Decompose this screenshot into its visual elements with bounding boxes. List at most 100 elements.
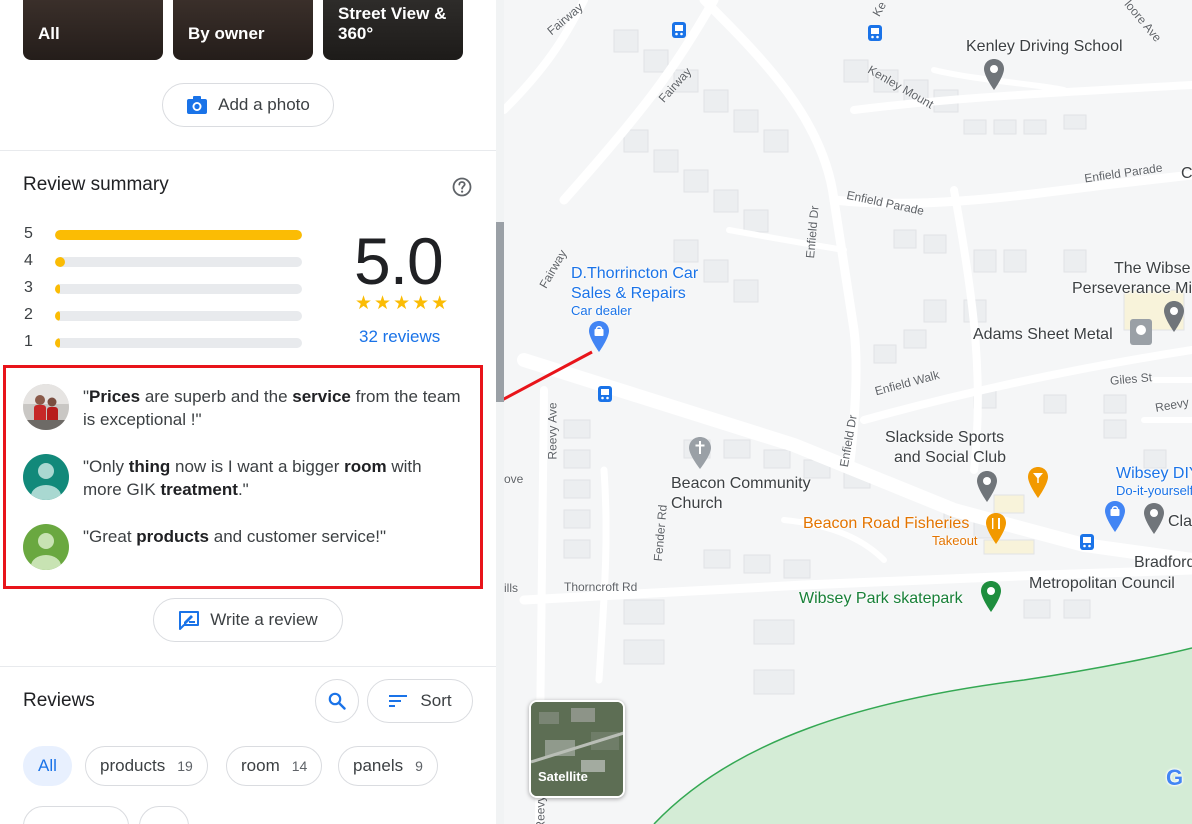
street-label: Reevy Ave <box>545 402 560 460</box>
rating-bar-fill <box>55 257 65 267</box>
bus-stop-icon[interactable] <box>868 25 882 41</box>
rating-bar-fill <box>55 311 60 321</box>
rating-bar-label: 3 <box>24 279 33 296</box>
map-place-label[interactable]: and Social Club <box>894 448 1006 468</box>
place-details-panel: All By owner Street View & 360° Add a ph… <box>0 0 496 824</box>
chip-label: products <box>100 756 166 775</box>
map-place-label[interactable]: Wibsey Park skatepark <box>799 589 963 609</box>
park-pin-icon[interactable] <box>980 580 1002 614</box>
help-icon[interactable] <box>452 177 472 197</box>
map-place-label[interactable]: Beacon Community <box>671 474 811 494</box>
rating-bar-2[interactable]: 2 <box>24 306 304 326</box>
filter-chip[interactable] <box>139 806 189 824</box>
map-place-label[interactable]: Adams Sheet Metal <box>973 325 1113 345</box>
sort-icon <box>389 695 408 707</box>
filter-chip-panels[interactable]: panels 9 <box>338 746 438 786</box>
map-place-label[interactable]: Wibsey DIY C <box>1116 464 1192 484</box>
average-rating: 5.0 <box>354 224 444 298</box>
street-label: Thorncroft Rd <box>564 580 638 594</box>
map-place-label[interactable]: Bradford <box>1134 553 1192 573</box>
photos-by-owner-card[interactable]: By owner <box>173 0 313 60</box>
map-pin-icon[interactable] <box>983 58 1005 92</box>
rating-bar-track <box>55 338 302 348</box>
rating-bar-fill <box>55 338 60 348</box>
rating-bar-label: 4 <box>24 252 33 269</box>
add-photo-button[interactable]: Add a photo <box>162 83 334 127</box>
map-place-label[interactable]: Metropolitan Council <box>1029 574 1175 594</box>
scrollbar-thumb[interactable] <box>496 222 504 402</box>
restaurant-pin-icon[interactable] <box>985 512 1007 546</box>
church-pin-icon[interactable] <box>688 436 712 470</box>
rating-bar-4[interactable]: 4 <box>24 252 304 272</box>
rating-bar-track <box>55 257 302 267</box>
bus-stop-icon[interactable] <box>672 22 686 38</box>
review-summary-title: Review summary <box>23 174 169 195</box>
map-place-label-dealer[interactable]: D.Thorrincton Car <box>571 264 698 284</box>
bus-stop-icon[interactable] <box>1080 534 1094 550</box>
map-place-label-dealer[interactable]: Sales & Repairs <box>571 284 686 304</box>
satellite-label: Satellite <box>538 769 588 784</box>
rating-bar-label: 2 <box>24 306 33 323</box>
map-place-label[interactable]: The Wibse <box>1114 259 1190 279</box>
shopping-bag-pin-icon[interactable] <box>588 320 610 354</box>
photos-street-view-card[interactable]: Street View & 360° <box>323 0 463 60</box>
rating-bar-1[interactable]: 1 <box>24 333 304 353</box>
write-review-button[interactable]: Write a review <box>153 598 343 642</box>
chip-count: 19 <box>177 758 193 774</box>
filter-chip[interactable] <box>23 806 129 824</box>
highlight-annotation-box <box>3 365 483 589</box>
search-reviews-button[interactable] <box>315 679 359 723</box>
sort-label: Sort <box>420 691 452 710</box>
map-place-label[interactable]: Slackside Sports <box>885 428 1004 448</box>
satellite-layer-button[interactable]: Satellite <box>529 700 625 798</box>
filter-chip-room[interactable]: room 14 <box>226 746 323 786</box>
map-pin-icon[interactable] <box>1163 300 1185 334</box>
divider <box>0 666 496 667</box>
chip-label: panels <box>353 756 404 775</box>
map-pin-icon[interactable] <box>976 470 998 504</box>
rating-bar-label: 5 <box>24 225 33 242</box>
photos-all-card[interactable]: All <box>23 0 163 60</box>
chip-count: 14 <box>291 758 308 774</box>
bus-stop-icon[interactable] <box>598 386 612 402</box>
chip-label: All <box>38 756 57 775</box>
map-place-label[interactable]: Cla <box>1168 512 1192 532</box>
google-logo: G <box>1166 765 1184 790</box>
street-label: ove <box>504 472 524 486</box>
camera-icon <box>187 96 208 114</box>
photos-street-view-label: Street View & 360° <box>338 4 447 43</box>
museum-icon[interactable] <box>1129 318 1153 346</box>
rating-bar-fill <box>55 230 302 240</box>
sort-button[interactable]: Sort <box>367 679 473 723</box>
photos-by-owner-label: By owner <box>188 24 265 43</box>
map-place-category: Do-it-yourself sho <box>1116 483 1192 498</box>
map-place-category: Car dealer <box>571 303 632 318</box>
rating-bar-track <box>55 230 302 240</box>
map-place-label[interactable]: Beacon Road Fisheries <box>803 514 969 534</box>
reviews-count-link[interactable]: 32 reviews <box>359 327 440 347</box>
chip-label: room <box>241 756 280 775</box>
rating-bar-fill <box>55 284 60 294</box>
street-label: ills <box>504 581 518 595</box>
reviews-title: Reviews <box>23 690 95 711</box>
map-pin-icon[interactable] <box>1143 502 1165 536</box>
chip-count: 9 <box>415 758 423 774</box>
panel-scrollbar[interactable] <box>496 0 504 824</box>
bar-pin-icon[interactable] <box>1027 466 1049 500</box>
map-place-label[interactable]: C <box>1181 164 1192 184</box>
map-place-label[interactable]: Church <box>671 494 723 514</box>
filter-chip-products[interactable]: products 19 <box>85 746 208 786</box>
rating-bar-track <box>55 311 302 321</box>
map-place-label[interactable]: Kenley Driving School <box>966 37 1123 57</box>
rate-review-icon <box>179 611 200 630</box>
photos-all-label: All <box>38 24 60 43</box>
shopping-bag-pin-icon[interactable] <box>1104 500 1126 534</box>
search-icon <box>328 692 346 710</box>
rating-bar-track <box>55 284 302 294</box>
rating-bar-3[interactable]: 3 <box>24 279 304 299</box>
rating-bar-5[interactable]: 5 <box>24 225 304 245</box>
filter-chip-all[interactable]: All <box>23 746 72 786</box>
rating-stars: ★★★★★ <box>355 293 451 314</box>
map-place-label[interactable]: Perseverance Mi <box>1072 279 1192 299</box>
write-review-label: Write a review <box>210 610 318 629</box>
